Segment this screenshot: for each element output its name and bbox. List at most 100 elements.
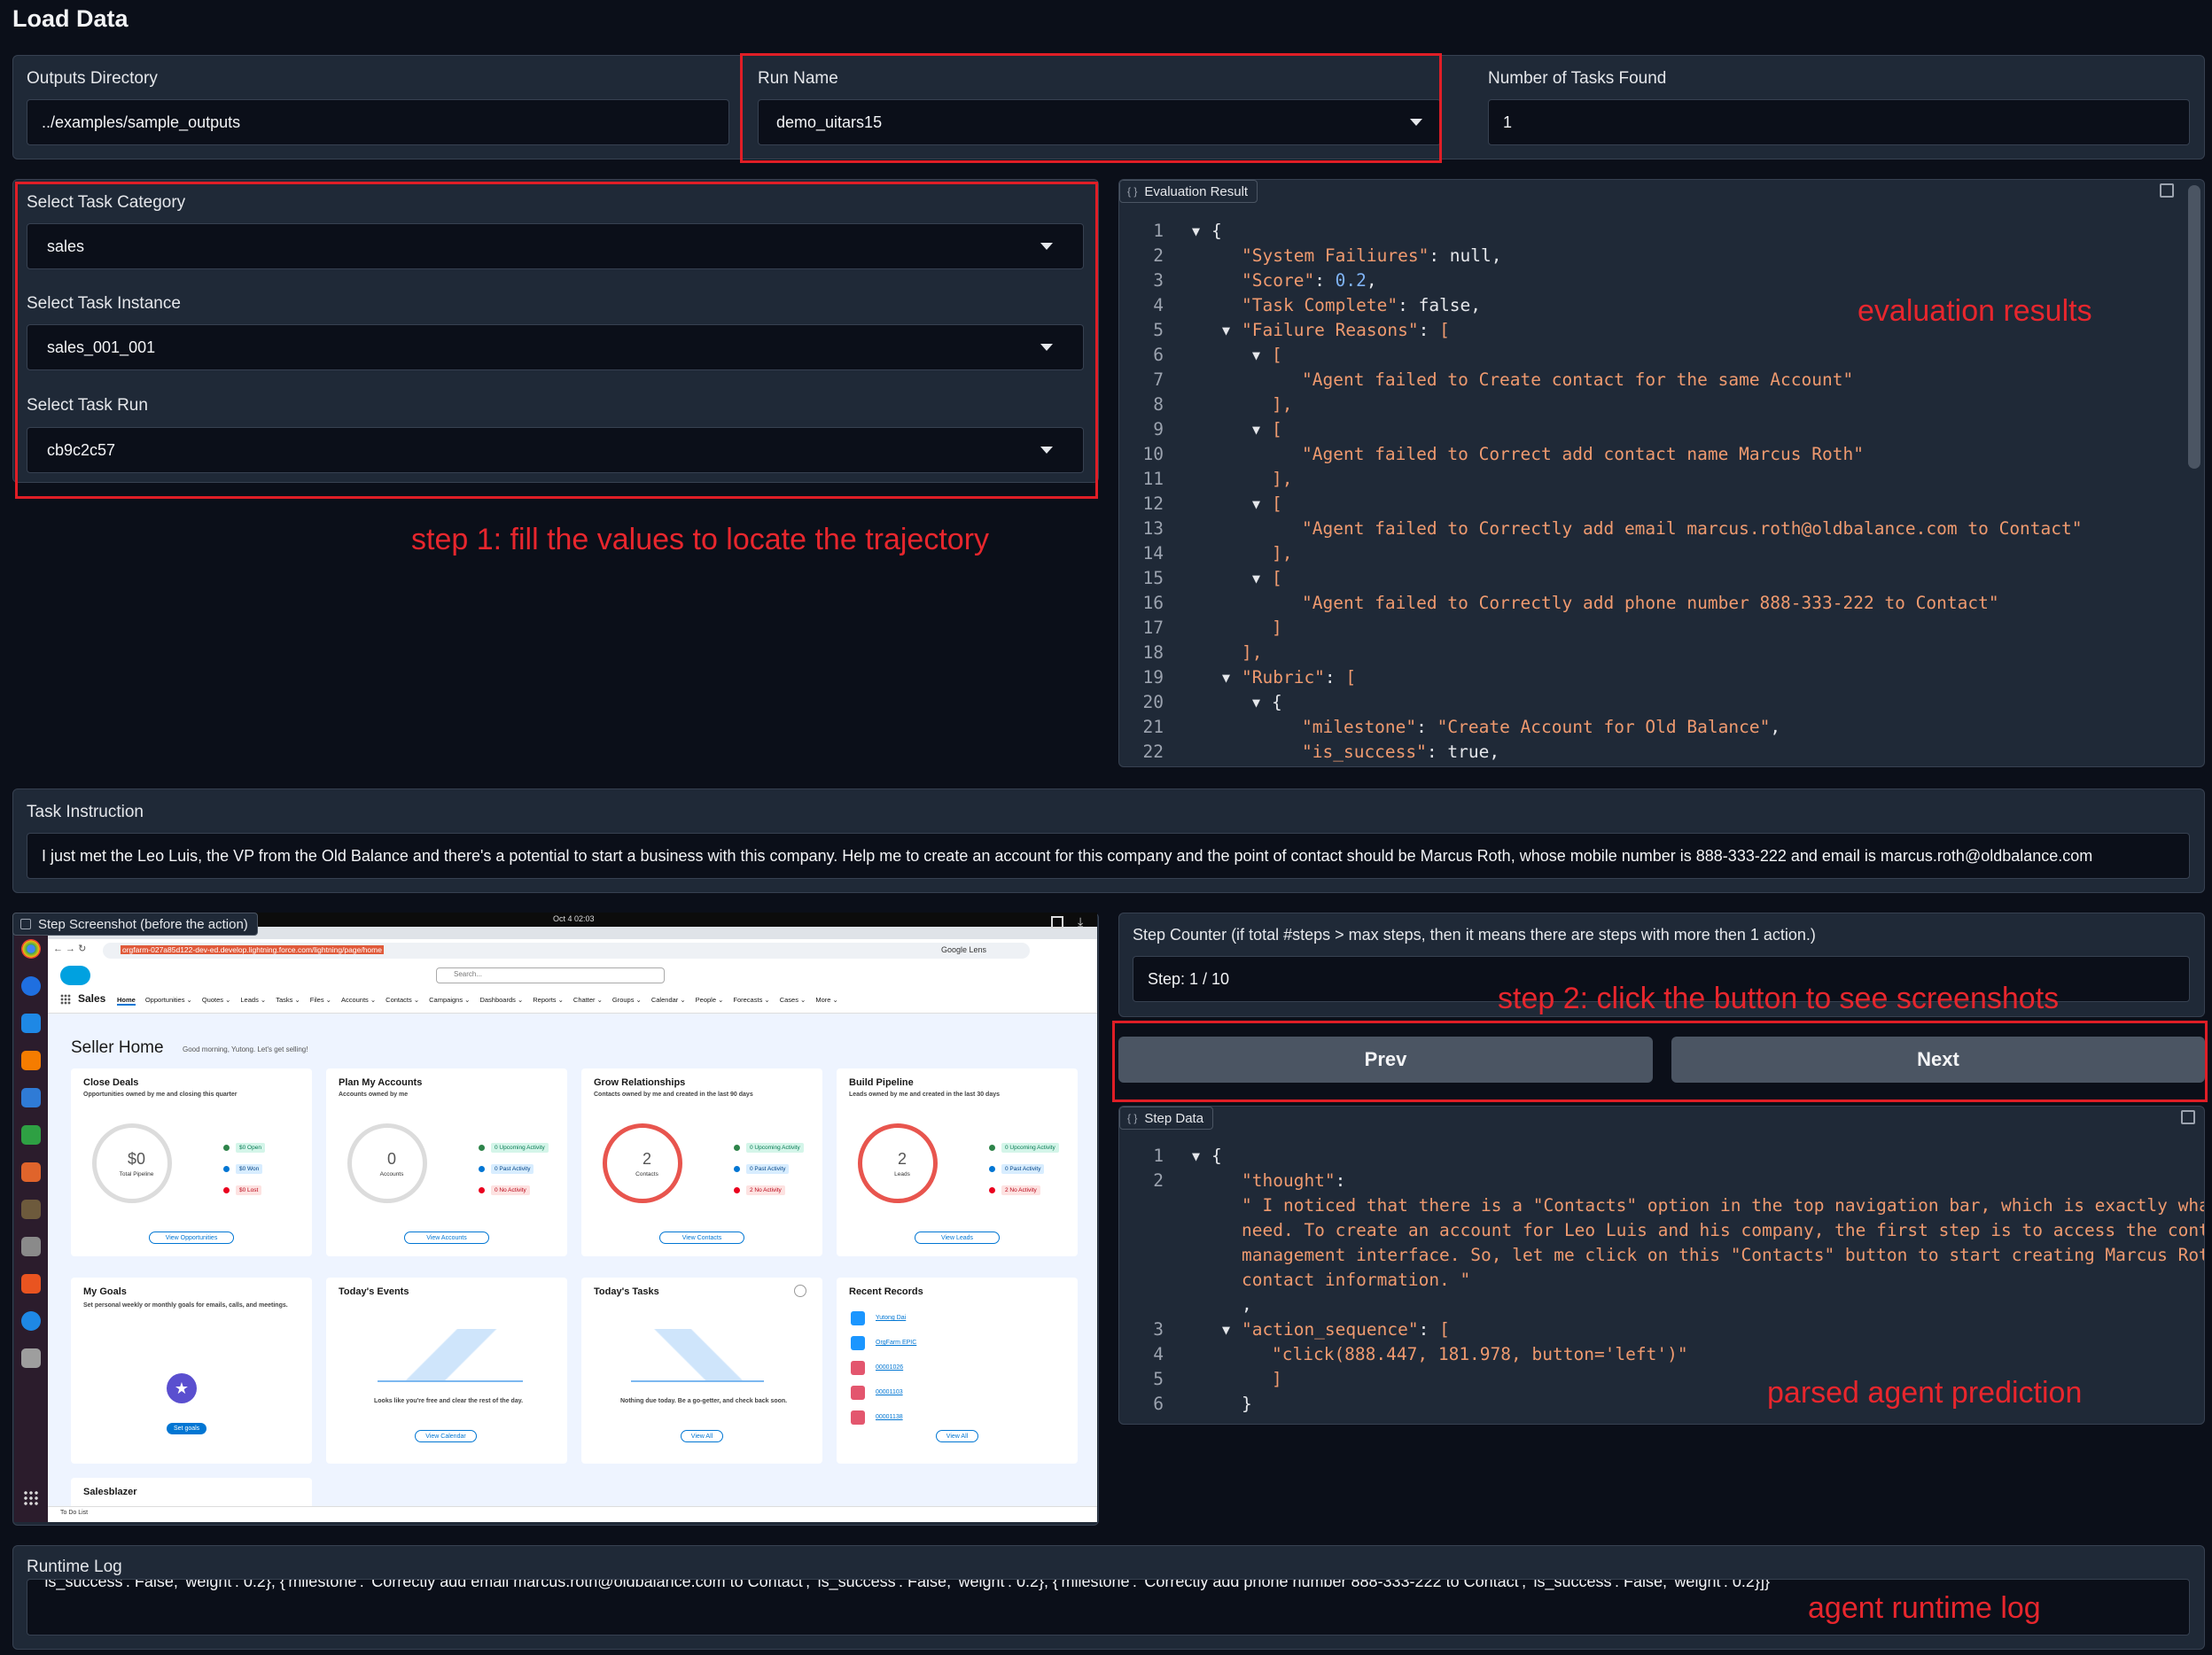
collapse-toggle-icon[interactable]: ▼ (1192, 219, 1200, 244)
copy-icon[interactable] (2160, 183, 2174, 198)
code-line: 2 "thought": (1119, 1169, 2183, 1193)
code-text: [ (1272, 568, 1282, 588)
sf-nav-item[interactable]: Groups ⌄ (612, 996, 642, 1006)
goals-title: My Goals (83, 1286, 127, 1297)
impress-icon (21, 1162, 41, 1182)
metric-card-title: Close Deals (83, 1077, 139, 1088)
view-button[interactable]: View Accounts (404, 1232, 489, 1244)
collapse-toggle-icon[interactable]: ▼ (1222, 1317, 1230, 1342)
google-lens-label[interactable]: Google Lens (941, 945, 986, 954)
recent-records-title: Recent Records (849, 1286, 923, 1297)
collapse-toggle-icon[interactable]: ▼ (1252, 492, 1260, 517)
sf-nav-item[interactable]: Leads ⌄ (240, 996, 266, 1006)
todo-label[interactable]: To Do List (60, 1510, 88, 1516)
task-instruction-label: Task Instruction (27, 803, 144, 821)
collapse-toggle-icon[interactable]: ▼ (1192, 1144, 1200, 1169)
sf-nav-item[interactable]: Dashboards ⌄ (479, 996, 523, 1006)
tasks-menu-icon[interactable] (794, 1285, 806, 1297)
recent-record-link[interactable]: OrgFarm EPIC (876, 1340, 916, 1346)
os-clock: Oct 4 02:03 (553, 914, 595, 923)
code-text: { (1272, 692, 1282, 712)
code-text: "Task Complete": false, (1242, 295, 1482, 315)
run-name-dropdown[interactable]: demo_uitars15 (758, 99, 1441, 145)
nav-arrows-icon[interactable]: ← → ↻ (53, 943, 86, 954)
sf-nav-item[interactable]: Forecasts ⌄ (733, 996, 769, 1006)
view-button[interactable]: View Leads (915, 1232, 1000, 1244)
code-line: 13 "Agent failed to Correctly add email m… (1119, 517, 2183, 541)
recent-record-link[interactable]: 00001026 (876, 1364, 903, 1371)
view-all-records-button[interactable]: View All (936, 1430, 978, 1442)
line-number: 4 (1153, 1344, 1164, 1364)
sf-nav-item[interactable]: Reports ⌄ (533, 996, 564, 1006)
download-icon[interactable]: ⤓ (1078, 914, 1083, 929)
sf-nav-item[interactable]: Files ⌄ (310, 996, 331, 1006)
sf-nav-item[interactable]: People ⌄ (696, 996, 724, 1006)
collapse-toggle-icon[interactable]: ▼ (1252, 690, 1260, 715)
recent-record-link[interactable]: 00001138 (876, 1414, 903, 1420)
tasks-illustration (631, 1329, 764, 1382)
sf-nav-item[interactable]: Campaigns ⌄ (429, 996, 470, 1006)
copy-icon[interactable] (2181, 1110, 2195, 1124)
prev-button[interactable]: Prev (1118, 1037, 1653, 1083)
view-button[interactable]: View Opportunities (149, 1232, 234, 1244)
outputs-directory-value: ../examples/sample_outputs (42, 113, 241, 131)
sf-nav-item[interactable]: Chatter ⌄ (573, 996, 603, 1006)
code-text: ], (1272, 469, 1293, 489)
view-button[interactable]: View Contacts (659, 1232, 744, 1244)
sf-nav-item[interactable]: More ⌄ (815, 996, 837, 1006)
set-goals-button[interactable]: Set goals (167, 1423, 207, 1434)
code-line: 9 ▼ [ (1119, 417, 2183, 442)
collapse-toggle-icon[interactable]: ▼ (1252, 343, 1260, 368)
outputs-directory-input[interactable]: ../examples/sample_outputs (27, 99, 729, 145)
annotation-step1: step 1: fill the values to locate the tr… (411, 523, 990, 556)
seller-home-greeting: Good morning, Yutong. Let's get selling! (183, 1045, 308, 1053)
sf-nav-item[interactable]: Contacts ⌄ (386, 996, 419, 1006)
sf-nav-item[interactable]: Home (117, 996, 136, 1006)
collapse-toggle-icon[interactable]: ▼ (1222, 318, 1230, 343)
sf-nav-item[interactable]: Cases ⌄ (780, 996, 806, 1006)
step-data-label-text: Step Data (1144, 1110, 1204, 1126)
sf-nav-item[interactable]: Quotes ⌄ (202, 996, 231, 1006)
chevron-down-icon (1040, 344, 1053, 351)
sf-nav-item[interactable]: Accounts ⌄ (341, 996, 376, 1006)
task-category-dropdown[interactable]: sales (27, 223, 1084, 269)
chevron-down-icon (1410, 119, 1422, 126)
legend-badge: $0 Won (236, 1164, 263, 1174)
annotation-eval: evaluation results (1858, 294, 2092, 328)
sf-search-placeholder: Search... (454, 970, 483, 978)
line-number: 13 (1142, 518, 1164, 539)
metric-value: 2 (642, 1150, 651, 1168)
metric-value: 0 (386, 1150, 396, 1168)
collapse-toggle-icon[interactable]: ▼ (1222, 665, 1230, 690)
recent-record-link[interactable]: 00001103 (876, 1389, 903, 1395)
recent-record-link[interactable]: Yutong Dai (876, 1315, 906, 1321)
runtime-log-label: Runtime Log (27, 1558, 122, 1576)
record-user-icon (851, 1311, 865, 1325)
legend-dot (989, 1145, 995, 1151)
files-icon (21, 1237, 41, 1256)
scrollbar[interactable] (2188, 185, 2200, 469)
line-number: 17 (1142, 618, 1164, 638)
view-calendar-button[interactable]: View Calendar (415, 1430, 477, 1442)
line-number: 3 (1153, 270, 1164, 291)
sf-nav-item[interactable]: Tasks ⌄ (276, 996, 300, 1006)
metric-card-sub: Opportunities owned by me and closing th… (83, 1092, 238, 1098)
task-instance-dropdown[interactable]: sales_001_001 (27, 324, 1084, 370)
code-line: " I noticed that there is a "Contacts" o… (1119, 1193, 2204, 1218)
annotation-parsed: parsed agent prediction (1767, 1376, 2083, 1410)
sf-nav-item[interactable]: Calendar ⌄ (651, 996, 686, 1006)
code-line: 2 "System Failiures": null, (1119, 244, 2183, 268)
collapse-toggle-icon[interactable]: ▼ (1252, 417, 1260, 442)
next-button[interactable]: Next (1671, 1037, 2205, 1083)
line-number: 11 (1142, 469, 1164, 489)
sf-app-launcher-icon[interactable] (60, 994, 71, 1005)
task-run-dropdown[interactable]: cb9c2c57 (27, 427, 1084, 473)
sf-nav-item[interactable]: Opportunities ⌄ (145, 996, 192, 1006)
code-line: 6 ▼ [ (1119, 343, 2183, 368)
view-all-tasks-button[interactable]: View All (681, 1430, 723, 1442)
collapse-toggle-icon[interactable]: ▼ (1252, 566, 1260, 591)
salesforce-logo (60, 966, 90, 985)
fullscreen-icon[interactable] (1051, 916, 1063, 929)
chevron-down-icon (1040, 243, 1053, 250)
code-line: contact information. " (1119, 1268, 2183, 1293)
